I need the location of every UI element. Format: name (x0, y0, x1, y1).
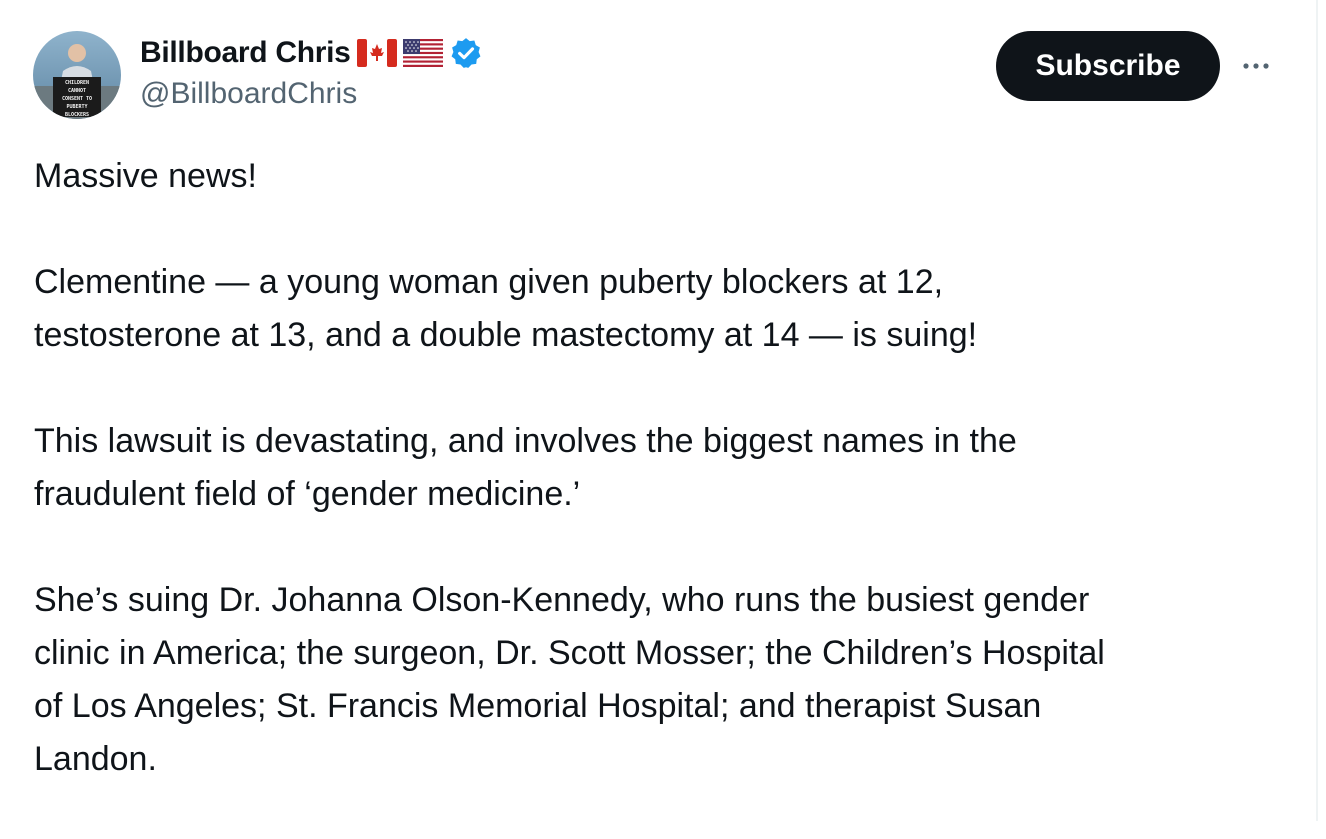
usa-flag-icon (402, 39, 443, 67)
tweet-card: CHILDREN CANNOT CONSENT TO PUBERTY BLOCK… (0, 0, 1310, 821)
more-dots-icon[interactable] (1236, 48, 1276, 84)
tweet-paragraph: Massive news! (34, 157, 257, 195)
tweet-paragraph: She’s suing Dr. Johanna Olson-Kennedy, w… (34, 581, 1105, 778)
avatar-sign-line: CHILDREN (65, 80, 89, 86)
column-divider (1316, 0, 1318, 821)
canada-flag-icon (356, 39, 397, 67)
avatar-sign-line: CANNOT (68, 88, 86, 94)
tweet-paragraph: This lawsuit is devastating, and involve… (34, 422, 1017, 513)
avatar-sign-line: CONSENT TO (62, 96, 92, 102)
author-name-row: Billboard Chris (140, 33, 483, 73)
avatar-sign-line: BLOCKERS (65, 112, 89, 118)
avatar-sign-line: PUBERTY (66, 104, 87, 110)
tweet-paragraph: Clementine — a young woman given puberty… (34, 263, 978, 354)
verified-badge-icon[interactable] (449, 36, 483, 70)
subscribe-button[interactable]: Subscribe (996, 31, 1220, 101)
author-handle[interactable]: @BillboardChris (140, 77, 357, 111)
avatar[interactable]: CHILDREN CANNOT CONSENT TO PUBERTY BLOCK… (33, 31, 121, 119)
avatar-image: CHILDREN CANNOT CONSENT TO PUBERTY BLOCK… (33, 31, 121, 119)
author-display-name[interactable]: Billboard Chris (140, 36, 351, 70)
tweet-text: Massive news! Clementine — a young woman… (34, 150, 1294, 839)
